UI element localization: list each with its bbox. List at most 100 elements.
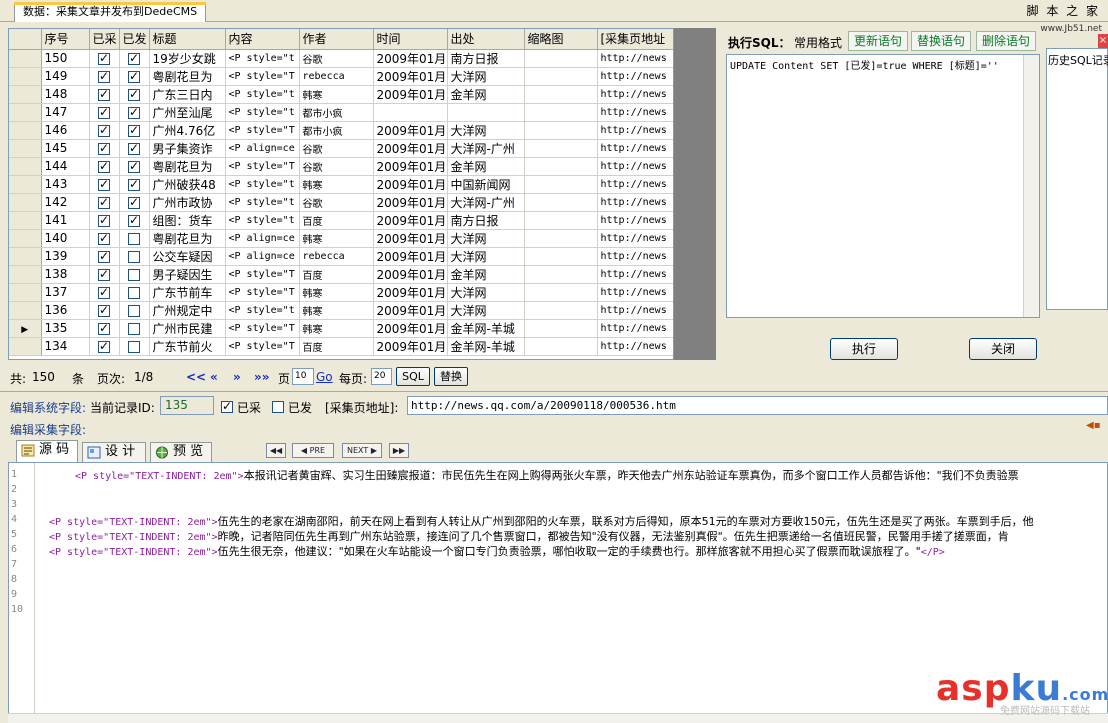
table-row[interactable]: 146 广州4.76亿<P style="T都市小疯2009年01月1大洋网 htt… bbox=[9, 121, 673, 140]
id-cell[interactable]: 143 bbox=[41, 175, 90, 194]
url-cell[interactable]: http://news bbox=[597, 67, 673, 86]
thumb-cell[interactable] bbox=[524, 121, 598, 140]
author-cell[interactable]: 韩寒 bbox=[299, 175, 374, 194]
id-cell[interactable]: 148 bbox=[41, 85, 90, 104]
row-indicator[interactable] bbox=[9, 265, 42, 284]
source-cell[interactable]: 大洋网 bbox=[447, 229, 525, 248]
table-row[interactable]: 142 广州市政协<P style="t谷歌2009年01月1大洋网-广州 http… bbox=[9, 193, 673, 212]
col-header-published[interactable]: 已发 bbox=[119, 29, 150, 50]
collected-cell[interactable] bbox=[89, 319, 120, 338]
collected-checkbox[interactable] bbox=[98, 321, 110, 335]
published-cell[interactable] bbox=[119, 283, 150, 302]
delete-statement-button[interactable]: 删除语句 bbox=[976, 31, 1037, 51]
collected-cell[interactable] bbox=[89, 283, 120, 302]
published-checkbox[interactable] bbox=[128, 213, 140, 227]
row-indicator[interactable] bbox=[9, 301, 42, 320]
url-cell[interactable]: http://news bbox=[597, 193, 673, 212]
col-header-title[interactable]: 标题 bbox=[149, 29, 226, 50]
thumb-cell[interactable] bbox=[524, 103, 598, 122]
title-cell[interactable]: 男子集资诈 bbox=[149, 139, 226, 158]
url-cell[interactable]: http://news bbox=[597, 229, 673, 248]
row-indicator[interactable]: ▶ bbox=[9, 319, 42, 338]
content-cell[interactable]: <P align=ce bbox=[225, 229, 300, 248]
editor-horizontal-scrollbar[interactable] bbox=[8, 713, 1108, 723]
first-page-link[interactable]: << bbox=[186, 370, 206, 384]
collected-checkbox[interactable] bbox=[98, 177, 110, 191]
time-cell[interactable]: 2009年01月1 bbox=[373, 319, 448, 338]
published-checkbox[interactable] bbox=[128, 304, 140, 317]
author-cell[interactable]: 都市小疯 bbox=[299, 121, 374, 140]
published-cell[interactable] bbox=[119, 67, 150, 86]
source-cell[interactable]: 大洋网-广州 bbox=[447, 193, 525, 212]
tab-design[interactable]: 设 计 bbox=[82, 442, 146, 462]
title-cell[interactable]: 广州规定中 bbox=[149, 301, 226, 320]
content-cell[interactable]: <P style="t bbox=[225, 175, 300, 194]
published-cell[interactable] bbox=[119, 193, 150, 212]
last-record-button[interactable]: ▶▶ bbox=[389, 443, 409, 458]
content-cell[interactable]: <P style="t bbox=[225, 211, 300, 230]
next-page-link[interactable]: » bbox=[233, 370, 241, 384]
url-cell[interactable]: http://news bbox=[597, 175, 673, 194]
tab-preview[interactable]: 预 览 bbox=[150, 442, 212, 462]
thumb-cell[interactable] bbox=[524, 139, 598, 158]
author-cell[interactable]: 谷歌 bbox=[299, 157, 374, 176]
table-row[interactable]: 145 男子集资诈<P align=ce谷歌2009年01月1大洋网-广州 http… bbox=[9, 139, 673, 158]
collected-checkbox[interactable] bbox=[98, 303, 110, 317]
content-cell[interactable]: <P style="T bbox=[225, 67, 300, 86]
published-cell[interactable] bbox=[119, 103, 150, 122]
id-cell[interactable]: 139 bbox=[41, 247, 90, 266]
id-cell[interactable]: 137 bbox=[41, 283, 90, 302]
collected-cell[interactable] bbox=[89, 67, 120, 86]
author-cell[interactable]: 韩寒 bbox=[299, 229, 374, 248]
published-checkbox[interactable] bbox=[128, 141, 140, 155]
first-record-button[interactable]: ◀◀ bbox=[266, 443, 286, 458]
table-row[interactable]: 140 粤剧花旦为<P align=ce韩寒2009年01月1大洋网 http://… bbox=[9, 229, 673, 248]
title-cell[interactable]: 广东三日内 bbox=[149, 85, 226, 104]
id-cell[interactable]: 138 bbox=[41, 265, 90, 284]
col-header-id[interactable]: 序号 bbox=[41, 29, 90, 50]
published-checkbox[interactable] bbox=[128, 123, 140, 137]
per-page-input[interactable]: 20 bbox=[371, 368, 392, 385]
table-row[interactable]: 147 广州至汕尾<P style="t都市小疯 http://news bbox=[9, 103, 673, 122]
row-indicator[interactable] bbox=[9, 49, 42, 68]
collected-cell[interactable] bbox=[89, 229, 120, 248]
author-cell[interactable]: 百度 bbox=[299, 265, 374, 284]
document-tab[interactable]: 数据：采集文章并发布到DedeCMS bbox=[14, 2, 207, 22]
row-indicator[interactable] bbox=[9, 229, 42, 248]
collected-checkbox[interactable] bbox=[98, 141, 110, 155]
published-checkbox[interactable] bbox=[128, 322, 140, 335]
id-cell[interactable]: 134 bbox=[41, 337, 90, 356]
published-checkbox[interactable] bbox=[128, 87, 140, 101]
title-cell[interactable]: 广东节前车 bbox=[149, 283, 226, 302]
collected-cell[interactable] bbox=[89, 265, 120, 284]
source-cell[interactable]: 大洋网 bbox=[447, 283, 525, 302]
collected-cell[interactable] bbox=[89, 139, 120, 158]
table-row[interactable]: 148 广东三日内<P style="t韩寒2009年01月1金羊网 http://… bbox=[9, 85, 673, 104]
update-statement-button[interactable]: 更新语句 bbox=[848, 31, 909, 51]
time-cell[interactable]: 2009年01月1 bbox=[373, 247, 448, 266]
published-cell[interactable] bbox=[119, 247, 150, 266]
table-row[interactable]: ▶ 135 广州市民建<P style="T韩寒2009年01月1金羊网-羊城 htt… bbox=[9, 319, 673, 338]
close-icon[interactable]: × bbox=[1098, 34, 1108, 48]
collected-checkbox[interactable] bbox=[98, 231, 110, 245]
title-cell[interactable]: 粤剧花旦为 bbox=[149, 67, 226, 86]
author-cell[interactable]: rebecca bbox=[299, 247, 374, 266]
source-cell[interactable]: 大洋网-广州 bbox=[447, 139, 525, 158]
published-checkbox[interactable] bbox=[272, 401, 284, 413]
source-cell[interactable]: 金羊网-羊城 bbox=[447, 337, 525, 356]
published-checkbox[interactable] bbox=[128, 268, 140, 281]
published-cell[interactable] bbox=[119, 139, 150, 158]
col-header-source[interactable]: 出处 bbox=[447, 29, 525, 50]
prev-page-link[interactable]: « bbox=[210, 370, 218, 384]
title-cell[interactable]: 广州至汕尾 bbox=[149, 103, 226, 122]
url-cell[interactable]: http://news bbox=[597, 103, 673, 122]
author-cell[interactable]: 谷歌 bbox=[299, 193, 374, 212]
id-cell[interactable]: 135 bbox=[41, 319, 90, 338]
url-cell[interactable]: http://news bbox=[597, 247, 673, 266]
collected-cell[interactable] bbox=[89, 121, 120, 140]
table-row[interactable]: 134 广东节前火<P style="T百度2009年01月1金羊网-羊城 http… bbox=[9, 337, 673, 356]
content-cell[interactable]: <P style="T bbox=[225, 265, 300, 284]
content-cell[interactable]: <P style="t bbox=[225, 301, 300, 320]
thumb-cell[interactable] bbox=[524, 175, 598, 194]
collected-cell[interactable] bbox=[89, 85, 120, 104]
